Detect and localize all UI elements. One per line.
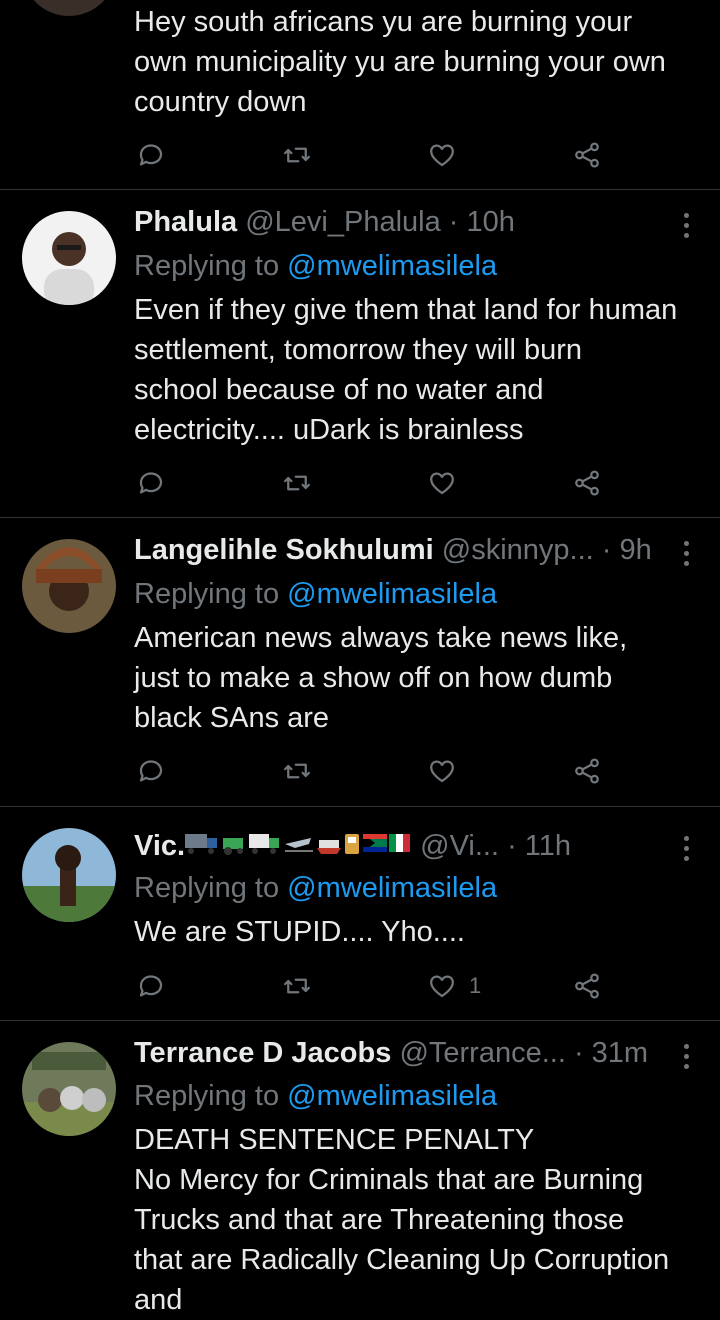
- tweet-text: DEATH SENTENCE PENALTY No Mercy for Crim…: [134, 1124, 670, 1316]
- more-icon: [676, 213, 696, 238]
- author-name[interactable]: Vic.: [134, 830, 185, 862]
- share-icon: [575, 470, 599, 496]
- author-name[interactable]: Terrance D Jacobs: [134, 1037, 391, 1069]
- retweet-icon: [284, 978, 310, 994]
- more-icon: [676, 541, 696, 566]
- heart-icon: [430, 975, 454, 998]
- reply-button[interactable]: [136, 466, 166, 500]
- replying-to: Replying to @mwelimasilela: [134, 872, 498, 904]
- author-handle[interactable]: @skinnyp...: [442, 534, 594, 566]
- more-icon: [676, 836, 696, 861]
- tweet[interactable]: Hey south africans yu are burning your o…: [0, 0, 720, 189]
- emoji-string: [185, 829, 411, 864]
- tweet-header: Phalula @Levi_Phalula · 10h: [134, 204, 680, 240]
- author-handle[interactable]: @Vi...: [420, 830, 499, 862]
- heart-icon: [430, 472, 454, 495]
- like-button[interactable]: 1: [427, 969, 481, 1003]
- tweet-actions: [134, 138, 604, 172]
- mention-link[interactable]: @mwelimasilela: [287, 872, 497, 904]
- author-name[interactable]: Langelihle Sokhulumi: [134, 534, 434, 566]
- author-handle[interactable]: @Terrance...: [399, 1037, 565, 1069]
- reply-button[interactable]: [136, 754, 166, 788]
- reply-icon: [139, 975, 163, 997]
- share-button[interactable]: [572, 466, 602, 500]
- avatar[interactable]: [22, 0, 116, 16]
- share-icon: [575, 758, 599, 784]
- share-button[interactable]: [572, 138, 602, 172]
- retweet-button[interactable]: [282, 969, 312, 1003]
- tweet-actions: [134, 754, 604, 788]
- replying-to: Replying to @mwelimasilela: [134, 578, 498, 610]
- author-name[interactable]: Phalula: [134, 206, 237, 238]
- retweet-icon: [284, 147, 310, 163]
- author-handle[interactable]: @Levi_Phalula: [245, 206, 441, 238]
- mention-link[interactable]: @mwelimasilela: [287, 578, 497, 610]
- mention-link[interactable]: @mwelimasilela: [287, 250, 497, 282]
- retweet-button[interactable]: [282, 466, 312, 500]
- tweet-actions: 1: [134, 969, 604, 1003]
- timestamp[interactable]: · 10h: [449, 206, 515, 238]
- reply-icon: [139, 472, 163, 494]
- heart-icon: [430, 144, 454, 167]
- more-button[interactable]: [676, 1041, 696, 1071]
- avatar[interactable]: [22, 828, 116, 922]
- like-button[interactable]: [427, 466, 469, 500]
- replying-to: Replying to @mwelimasilela: [134, 1080, 498, 1112]
- avatar[interactable]: [22, 1042, 116, 1136]
- like-button[interactable]: [427, 754, 469, 788]
- tweet-text: American news always take news like, jus…: [134, 622, 628, 734]
- share-button[interactable]: [572, 969, 602, 1003]
- tweet-text: Even if they give them that land for hum…: [134, 294, 678, 446]
- timestamp[interactable]: · 9h: [602, 534, 652, 566]
- share-icon: [575, 973, 599, 999]
- tweet-header: Vic. @Vi... · 11h: [134, 828, 680, 864]
- tweet[interactable]: Terrance D Jacobs @Terrance... · 31m Rep…: [0, 1021, 720, 1316]
- avatar[interactable]: [22, 539, 116, 633]
- timestamp[interactable]: · 11h: [507, 830, 571, 862]
- reply-icon: [139, 760, 163, 782]
- reply-icon: [139, 144, 163, 166]
- share-button[interactable]: [572, 754, 602, 788]
- avatar[interactable]: [22, 211, 116, 305]
- tweet-text: We are STUPID.... Yho....: [134, 916, 465, 948]
- more-button[interactable]: [676, 210, 696, 240]
- retweet-button[interactable]: [282, 754, 312, 788]
- tweet-header: Langelihle Sokhulumi @skinnyp... · 9h: [134, 532, 680, 568]
- more-icon: [676, 1044, 696, 1069]
- mention-link[interactable]: @mwelimasilela: [287, 1080, 497, 1112]
- heart-icon: [430, 760, 454, 783]
- like-button[interactable]: [427, 138, 469, 172]
- tweet[interactable]: Langelihle Sokhulumi @skinnyp... · 9h Re…: [0, 518, 720, 806]
- retweet-icon: [284, 763, 310, 779]
- retweet-button[interactable]: [282, 138, 312, 172]
- like-count: 1: [469, 973, 482, 998]
- tweet[interactable]: Vic. @Vi... · 11h Replying to @mwelimasi…: [0, 807, 720, 1020]
- tweet-actions: [134, 466, 604, 500]
- more-button[interactable]: [676, 833, 696, 863]
- replying-to: Replying to @mwelimasilela: [134, 250, 498, 282]
- timestamp[interactable]: · 31m: [574, 1037, 648, 1069]
- reply-button[interactable]: [136, 969, 166, 1003]
- retweet-icon: [284, 475, 310, 491]
- share-icon: [575, 142, 599, 168]
- more-button[interactable]: [676, 538, 696, 568]
- tweet-header: Terrance D Jacobs @Terrance... · 31m: [134, 1035, 680, 1071]
- tweet[interactable]: Phalula @Levi_Phalula · 10h Replying to …: [0, 190, 720, 517]
- tweet-text: Hey south africans yu are burning your o…: [134, 6, 666, 118]
- reply-button[interactable]: [136, 138, 166, 172]
